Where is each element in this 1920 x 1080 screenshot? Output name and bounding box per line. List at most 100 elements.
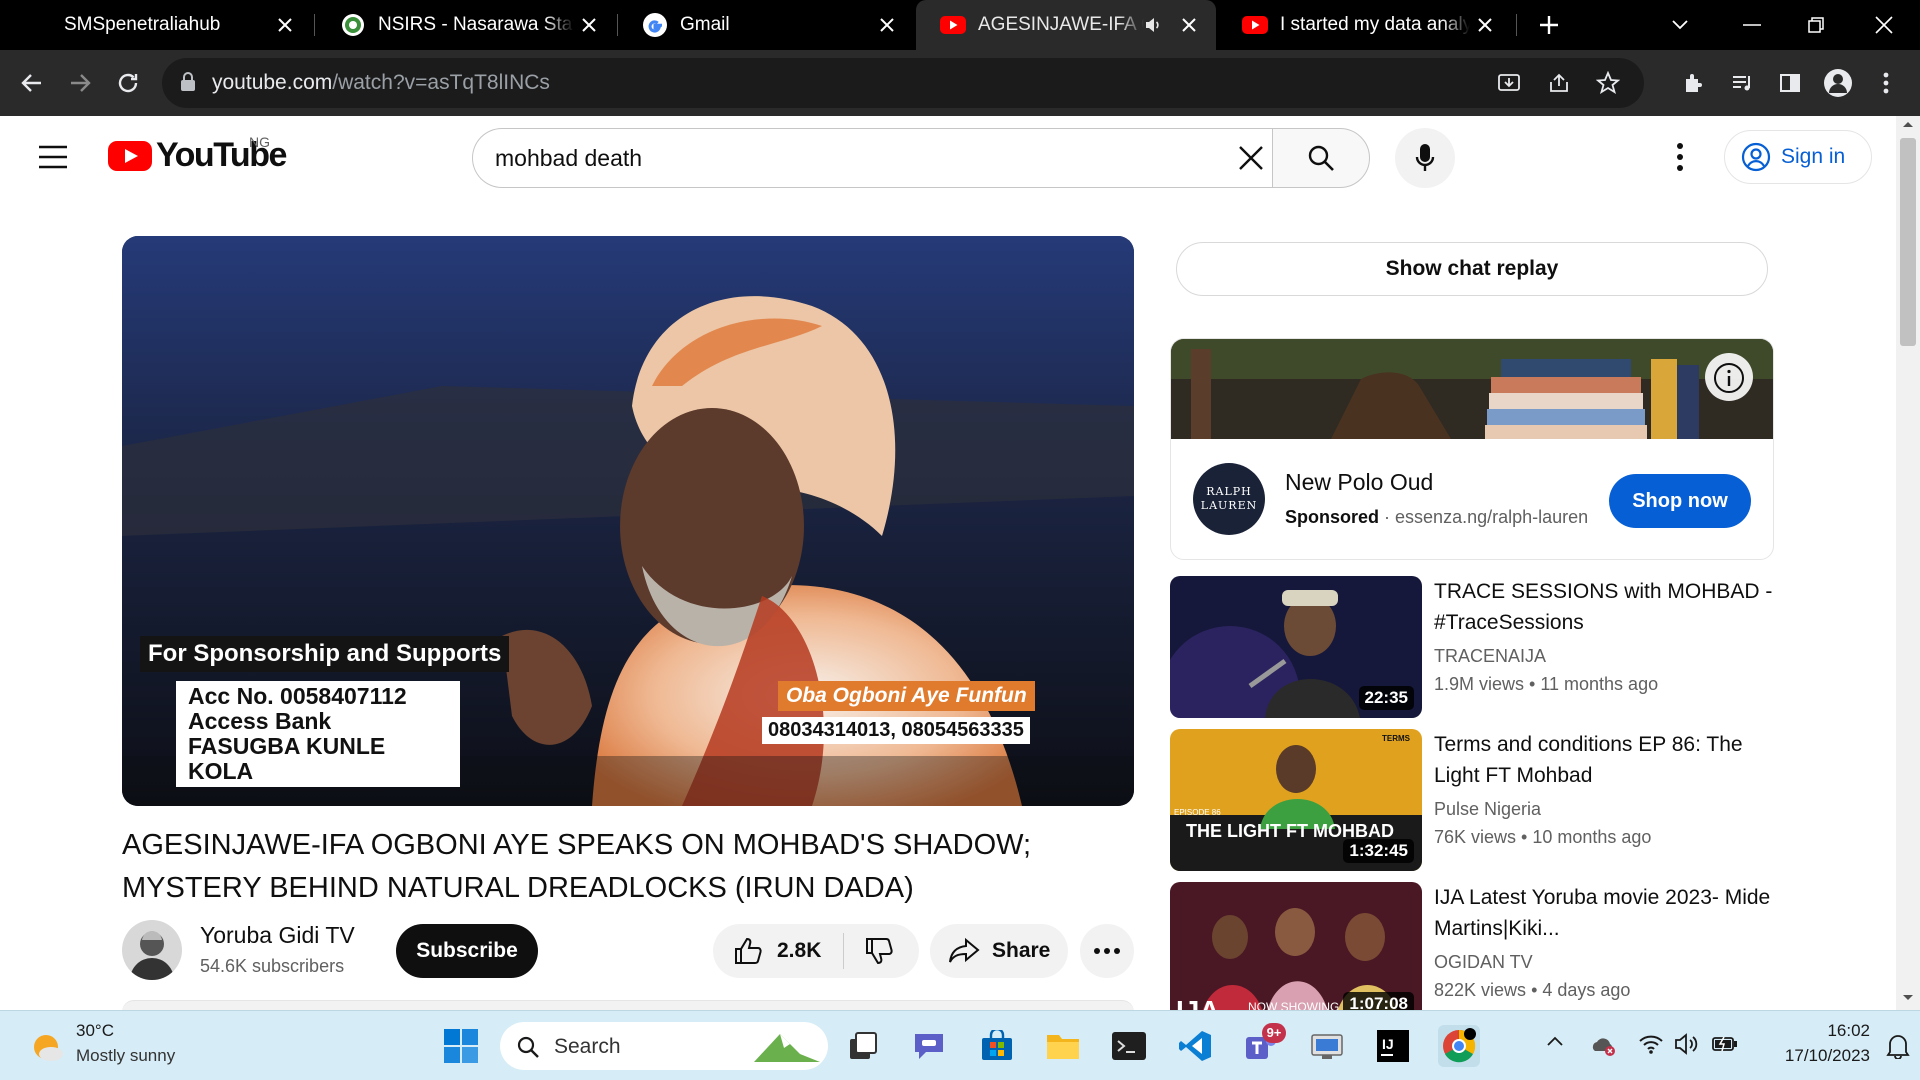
video-thumbnail[interactable]: IJA NOW SHOWING 1:07:08 <box>1170 882 1422 1010</box>
recommended-video[interactable]: EPISODE 86 TERMS THE LIGHT FT MOHBAD 1:32… <box>1170 729 1776 871</box>
recommended-channel[interactable]: OGIDAN TV <box>1434 952 1533 973</box>
speaker-volume-icon[interactable] <box>1674 1033 1700 1055</box>
microsoft-store-icon[interactable] <box>976 1025 1018 1067</box>
scrollbar-thumb[interactable] <box>1900 138 1916 346</box>
extensions-puzzle-icon[interactable] <box>1674 63 1714 103</box>
tab-title: SMSpenetraliahub <box>64 14 221 35</box>
recommended-title[interactable]: TRACE SESSIONS with MOHBAD - #TraceSessi… <box>1434 576 1774 638</box>
shop-now-button[interactable]: Shop now <box>1609 474 1751 528</box>
terminal-icon[interactable] <box>1108 1025 1150 1067</box>
chrome-menu-icon[interactable] <box>1866 63 1906 103</box>
browser-tab[interactable]: Gmail <box>618 0 914 50</box>
weather-description[interactable]: Mostly sunny <box>76 1046 175 1066</box>
recommended-channel[interactable]: Pulse Nigeria <box>1434 799 1541 820</box>
side-panel-icon[interactable] <box>1770 63 1810 103</box>
like-count[interactable]: 2.8K <box>777 939 821 963</box>
intellij-icon[interactable]: IJ <box>1372 1025 1414 1067</box>
weather-sun-icon[interactable] <box>28 1029 64 1065</box>
browser-tab-active[interactable]: AGESINJAWE-IFA OG <box>916 0 1216 50</box>
file-explorer-icon[interactable] <box>1042 1025 1084 1067</box>
teams-chat-icon[interactable] <box>908 1025 950 1067</box>
audio-playing-icon[interactable] <box>1144 16 1166 34</box>
browser-tab[interactable]: SMSpenetraliahub <box>0 0 312 50</box>
install-app-icon[interactable] <box>1498 72 1520 94</box>
upload-age: 11 months ago <box>1540 674 1659 694</box>
media-queue-icon[interactable] <box>1722 63 1762 103</box>
remote-desktop-icon[interactable] <box>1306 1025 1348 1067</box>
view-count: 822K views <box>1434 980 1527 1000</box>
address-bar[interactable]: youtube.com/watch?v=asTqT8lINCs <box>162 58 1644 108</box>
browser-tab[interactable]: I started my data analyst <box>1218 0 1512 50</box>
recommended-title[interactable]: IJA Latest Yoruba movie 2023- Mide Marti… <box>1434 882 1774 944</box>
share-button[interactable]: Share <box>930 924 1068 978</box>
video-thumbnail[interactable]: 22:35 <box>1170 576 1422 718</box>
hamburger-menu-icon[interactable] <box>36 144 70 170</box>
forward-arrow-icon[interactable] <box>60 63 100 103</box>
show-chat-replay-button[interactable]: Show chat replay <box>1176 242 1768 296</box>
taskbar-search-box[interactable]: Search <box>500 1022 828 1070</box>
voice-search-button[interactable] <box>1395 128 1455 188</box>
minimize-icon[interactable] <box>1732 5 1772 45</box>
channel-avatar[interactable] <box>122 920 182 980</box>
close-icon[interactable] <box>1174 10 1204 40</box>
google-favicon-icon <box>642 12 668 38</box>
profile-avatar-icon[interactable] <box>1818 63 1858 103</box>
clear-search-icon[interactable] <box>1237 144 1265 172</box>
more-actions-button[interactable] <box>1080 924 1134 978</box>
clock-date[interactable]: 17/10/2023 <box>1760 1046 1870 1066</box>
restore-icon[interactable] <box>1796 5 1836 45</box>
vscode-icon[interactable] <box>1174 1025 1216 1067</box>
url-path: /watch?v=asTqT8lINCs <box>332 71 550 94</box>
account-number: Acc No. 0058407112 <box>188 683 407 709</box>
page-scrollbar[interactable] <box>1896 116 1920 1010</box>
nsirs-favicon-icon <box>340 12 366 38</box>
show-hidden-icons-chevron-icon[interactable] <box>1546 1035 1564 1047</box>
close-icon[interactable] <box>1470 10 1500 40</box>
video-player[interactable]: For Sponsorship and Supports Acc No. 005… <box>122 236 1134 806</box>
recommended-video[interactable]: 22:35 TRACE SESSIONS with MOHBAD - #Trac… <box>1170 576 1776 718</box>
tab-search-icon[interactable] <box>1660 5 1700 45</box>
sign-in-label: Sign in <box>1781 145 1846 168</box>
weather-temperature[interactable]: 30°C <box>76 1021 114 1041</box>
lock-icon[interactable] <box>180 72 196 92</box>
close-icon[interactable] <box>872 10 902 40</box>
new-tab-icon[interactable] <box>1529 5 1569 45</box>
scroll-down-arrow-icon[interactable] <box>1902 994 1914 1002</box>
window-close-icon[interactable] <box>1864 5 1904 45</box>
wifi-icon[interactable] <box>1638 1033 1664 1055</box>
like-thumb-icon[interactable] <box>733 936 763 966</box>
share-page-icon[interactable] <box>1548 72 1570 94</box>
recommended-title[interactable]: Terms and conditions EP 86: The Light FT… <box>1434 729 1774 791</box>
channel-name[interactable]: Yoruba Gidi TV <box>200 922 355 949</box>
notification-badge: 9+ <box>1262 1023 1286 1043</box>
search-icon <box>516 1035 540 1059</box>
clock-time[interactable]: 16:02 <box>1760 1021 1870 1041</box>
battery-charging-icon[interactable] <box>1712 1035 1738 1053</box>
bookmark-star-icon[interactable] <box>1596 71 1620 95</box>
browser-tab[interactable]: NSIRS - Nasarawa State I <box>316 0 616 50</box>
subscribe-button[interactable]: Subscribe <box>396 924 538 978</box>
sponsored-ad-card[interactable]: RALPH LAUREN New Polo Oud Sponsored · es… <box>1170 338 1774 560</box>
country-code: NG <box>249 134 270 150</box>
reload-icon[interactable] <box>108 63 148 103</box>
settings-more-icon[interactable] <box>1676 142 1684 172</box>
ad-info-icon[interactable] <box>1712 361 1746 395</box>
back-arrow-icon[interactable] <box>12 63 52 103</box>
close-icon[interactable] <box>574 10 604 40</box>
recommended-video[interactable]: IJA NOW SHOWING 1:07:08 IJA Latest Yorub… <box>1170 882 1776 1010</box>
search-button[interactable] <box>1272 128 1370 188</box>
task-view-icon[interactable] <box>842 1025 884 1067</box>
sponsor-heading-overlay: For Sponsorship and Supports <box>140 636 510 672</box>
chrome-active-icon[interactable] <box>1438 1025 1480 1067</box>
phone-numbers-overlay: 08034314013, 08054563335 <box>762 717 1030 744</box>
sign-in-button[interactable]: Sign in <box>1724 130 1872 184</box>
scroll-up-arrow-icon[interactable] <box>1902 120 1914 128</box>
video-thumbnail[interactable]: EPISODE 86 TERMS THE LIGHT FT MOHBAD 1:32… <box>1170 729 1422 871</box>
notifications-bell-icon[interactable] <box>1886 1033 1910 1059</box>
dislike-thumb-icon[interactable] <box>864 936 894 966</box>
windows-start-icon[interactable] <box>440 1025 482 1067</box>
search-input[interactable]: mohbad death <box>472 128 1272 188</box>
close-icon[interactable] <box>270 10 300 40</box>
onedrive-error-icon[interactable] <box>1590 1035 1618 1057</box>
recommended-channel[interactable]: TRACENAIJA <box>1434 646 1546 667</box>
